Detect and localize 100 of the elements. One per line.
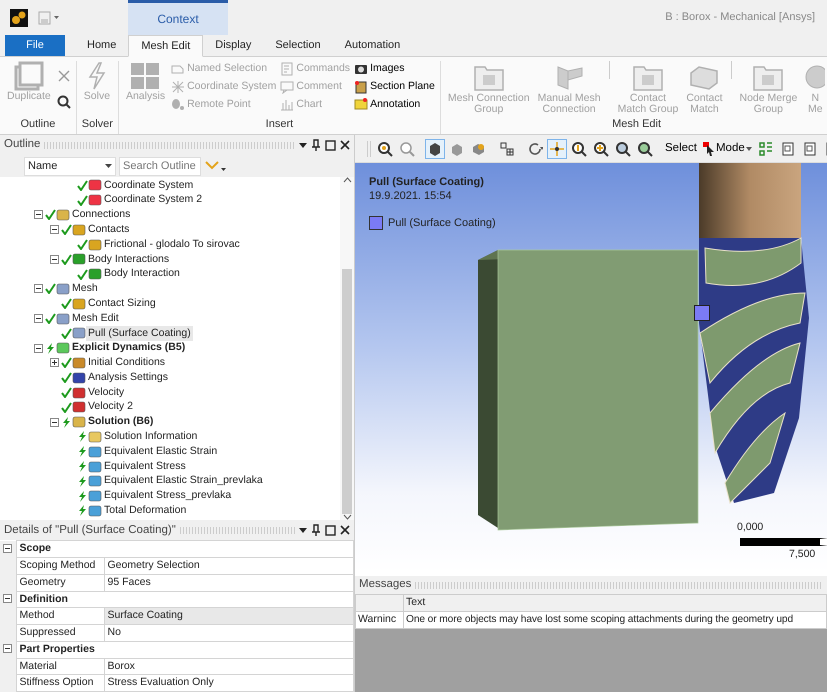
tree-item[interactable]: Equivalent Stress_prevlaka	[102, 488, 234, 504]
scroll-down-icon[interactable]	[342, 514, 352, 520]
ribbon-group-label: Solver	[82, 116, 113, 132]
property-value[interactable]: Geometry Selection	[104, 558, 354, 574]
ribbon-tab[interactable]: Home	[75, 35, 128, 56]
tree-item[interactable]: Contact Sizing	[86, 296, 158, 312]
tree-item[interactable]: Connections	[70, 207, 132, 223]
ribbon-tab[interactable]: Automation	[332, 35, 412, 56]
file-tab[interactable]: File	[5, 35, 65, 56]
tree-item[interactable]: Explicit Dynamics (B5)	[70, 340, 188, 356]
interaction-icon	[72, 253, 86, 266]
collapse-icon[interactable]	[50, 254, 59, 264]
zoom-in-icon[interactable]	[593, 140, 609, 156]
close-icon[interactable]	[340, 525, 350, 536]
collapse-icon[interactable]	[3, 594, 12, 604]
pan-icon[interactable]	[549, 140, 565, 156]
tree-item[interactable]: Equivalent Stress	[102, 458, 188, 474]
contact-icon	[72, 224, 86, 236]
tree-item[interactable]: Solution Information	[102, 429, 200, 445]
search-icon[interactable]	[56, 95, 71, 109]
scroll-up-icon[interactable]	[342, 177, 352, 183]
table-cell: Warninc	[356, 611, 404, 628]
ribbon-tab[interactable]: Selection	[263, 35, 333, 56]
property-value[interactable]: 95 Faces	[104, 574, 354, 591]
expand-icon[interactable]	[50, 358, 59, 368]
tree-item[interactable]: Total Deformation	[102, 503, 188, 519]
collapse-icon[interactable]	[50, 225, 59, 234]
caret-icon	[105, 164, 112, 168]
folder-icon	[56, 208, 70, 221]
property-label: Stiffness Option	[16, 674, 104, 692]
chevron-icon[interactable]	[204, 160, 226, 172]
ribbon-tab[interactable]: Mesh Edit	[128, 35, 204, 57]
tree-item[interactable]: Pull (Surface Coating)	[86, 326, 193, 342]
tree-item[interactable]: Body Interactions	[86, 252, 172, 268]
tree-item[interactable]: Equivalent Elastic Strain_prevlaka	[102, 473, 265, 490]
collapse-icon[interactable]	[34, 344, 43, 353]
result-icon	[88, 460, 102, 473]
close-icon[interactable]	[340, 140, 350, 150]
maximize-icon[interactable]	[325, 524, 336, 536]
page-icon[interactable]	[780, 140, 796, 156]
tree-item[interactable]: Velocity 2	[86, 399, 135, 416]
property-value[interactable]: No	[104, 624, 354, 642]
timestamp: 19.9.2021. 15:54	[369, 189, 453, 204]
tree-item[interactable]: Analysis Settings	[86, 370, 170, 386]
dropdown-icon[interactable]	[299, 526, 307, 534]
interaction-icon	[88, 268, 102, 280]
collapse-icon[interactable]	[34, 210, 43, 220]
shaded-cube-icon[interactable]	[427, 140, 443, 156]
tree-item[interactable]: Frictional - glodalo To sirovac	[102, 236, 242, 252]
tree-item[interactable]: Mesh Edit	[70, 310, 121, 326]
tree-item[interactable]: Coordinate System 2	[102, 192, 204, 208]
scrollbar-thumb[interactable]	[342, 269, 352, 514]
tree-item[interactable]: Body Interaction	[102, 266, 182, 282]
select-button[interactable]: Select	[663, 138, 699, 160]
ribbon-tab[interactable]: Display	[203, 35, 264, 56]
mesh-icon	[56, 312, 70, 325]
tree-item[interactable]: Velocity	[86, 384, 126, 400]
group-header[interactable]: Part Properties	[16, 641, 354, 658]
collapse-icon[interactable]	[3, 544, 12, 553]
group-header[interactable]: Scope	[16, 540, 354, 558]
annotation-icon	[354, 97, 368, 112]
filter-dropdown[interactable]: Name	[24, 156, 116, 176]
tree-item[interactable]: Equivalent Elastic Strain	[102, 444, 220, 460]
collapse-icon[interactable]	[34, 314, 43, 324]
tree-item[interactable]: Contacts	[86, 222, 132, 238]
dropdown-icon[interactable]	[299, 141, 307, 149]
search-field[interactable]: Search Outline	[119, 156, 201, 176]
result-icon	[88, 446, 102, 458]
scale-label: 0,000	[737, 520, 764, 535]
maximize-icon[interactable]	[325, 140, 336, 150]
tree-item[interactable]: Mesh	[70, 281, 100, 297]
zoom-out-icon[interactable]	[399, 140, 415, 156]
grid-icon[interactable]	[499, 140, 515, 156]
tree-item[interactable]: Solution (B6)	[86, 414, 156, 430]
save-icon[interactable]	[36, 10, 60, 24]
collapse-icon[interactable]	[3, 644, 12, 654]
property-value[interactable]: Borox	[104, 658, 354, 675]
property-value[interactable]: Surface Coating	[104, 608, 354, 624]
rotate-icon[interactable]	[527, 140, 543, 156]
tree-item[interactable]: Coordinate System	[102, 178, 196, 194]
collapse-icon[interactable]	[34, 284, 43, 294]
mode-button[interactable]: Mode	[700, 138, 754, 160]
property-value[interactable]: Stress Evaluation Only	[104, 674, 354, 692]
contact-icon	[88, 238, 102, 251]
zoom-all-icon[interactable]	[637, 140, 653, 156]
collapse-icon[interactable]	[50, 418, 59, 427]
zoom-fit-icon[interactable]	[377, 140, 393, 156]
page-icon[interactable]	[802, 140, 818, 156]
tree-item[interactable]: Initial Conditions	[86, 355, 168, 371]
zoom-icon[interactable]	[571, 140, 587, 156]
tree-icon[interactable]	[758, 140, 774, 156]
ribbon-group-label: Outline	[19, 116, 56, 132]
zoom-box-icon[interactable]	[615, 140, 631, 156]
velocity-icon	[72, 386, 86, 399]
gears-icon	[10, 8, 28, 26]
ribbon-button[interactable]: Section Plane	[354, 78, 435, 94]
folder-icon	[72, 416, 86, 428]
velocity-icon	[72, 401, 86, 414]
ribbon-button[interactable]: Annotation	[354, 96, 435, 112]
ribbon-button[interactable]: Images	[354, 61, 435, 77]
